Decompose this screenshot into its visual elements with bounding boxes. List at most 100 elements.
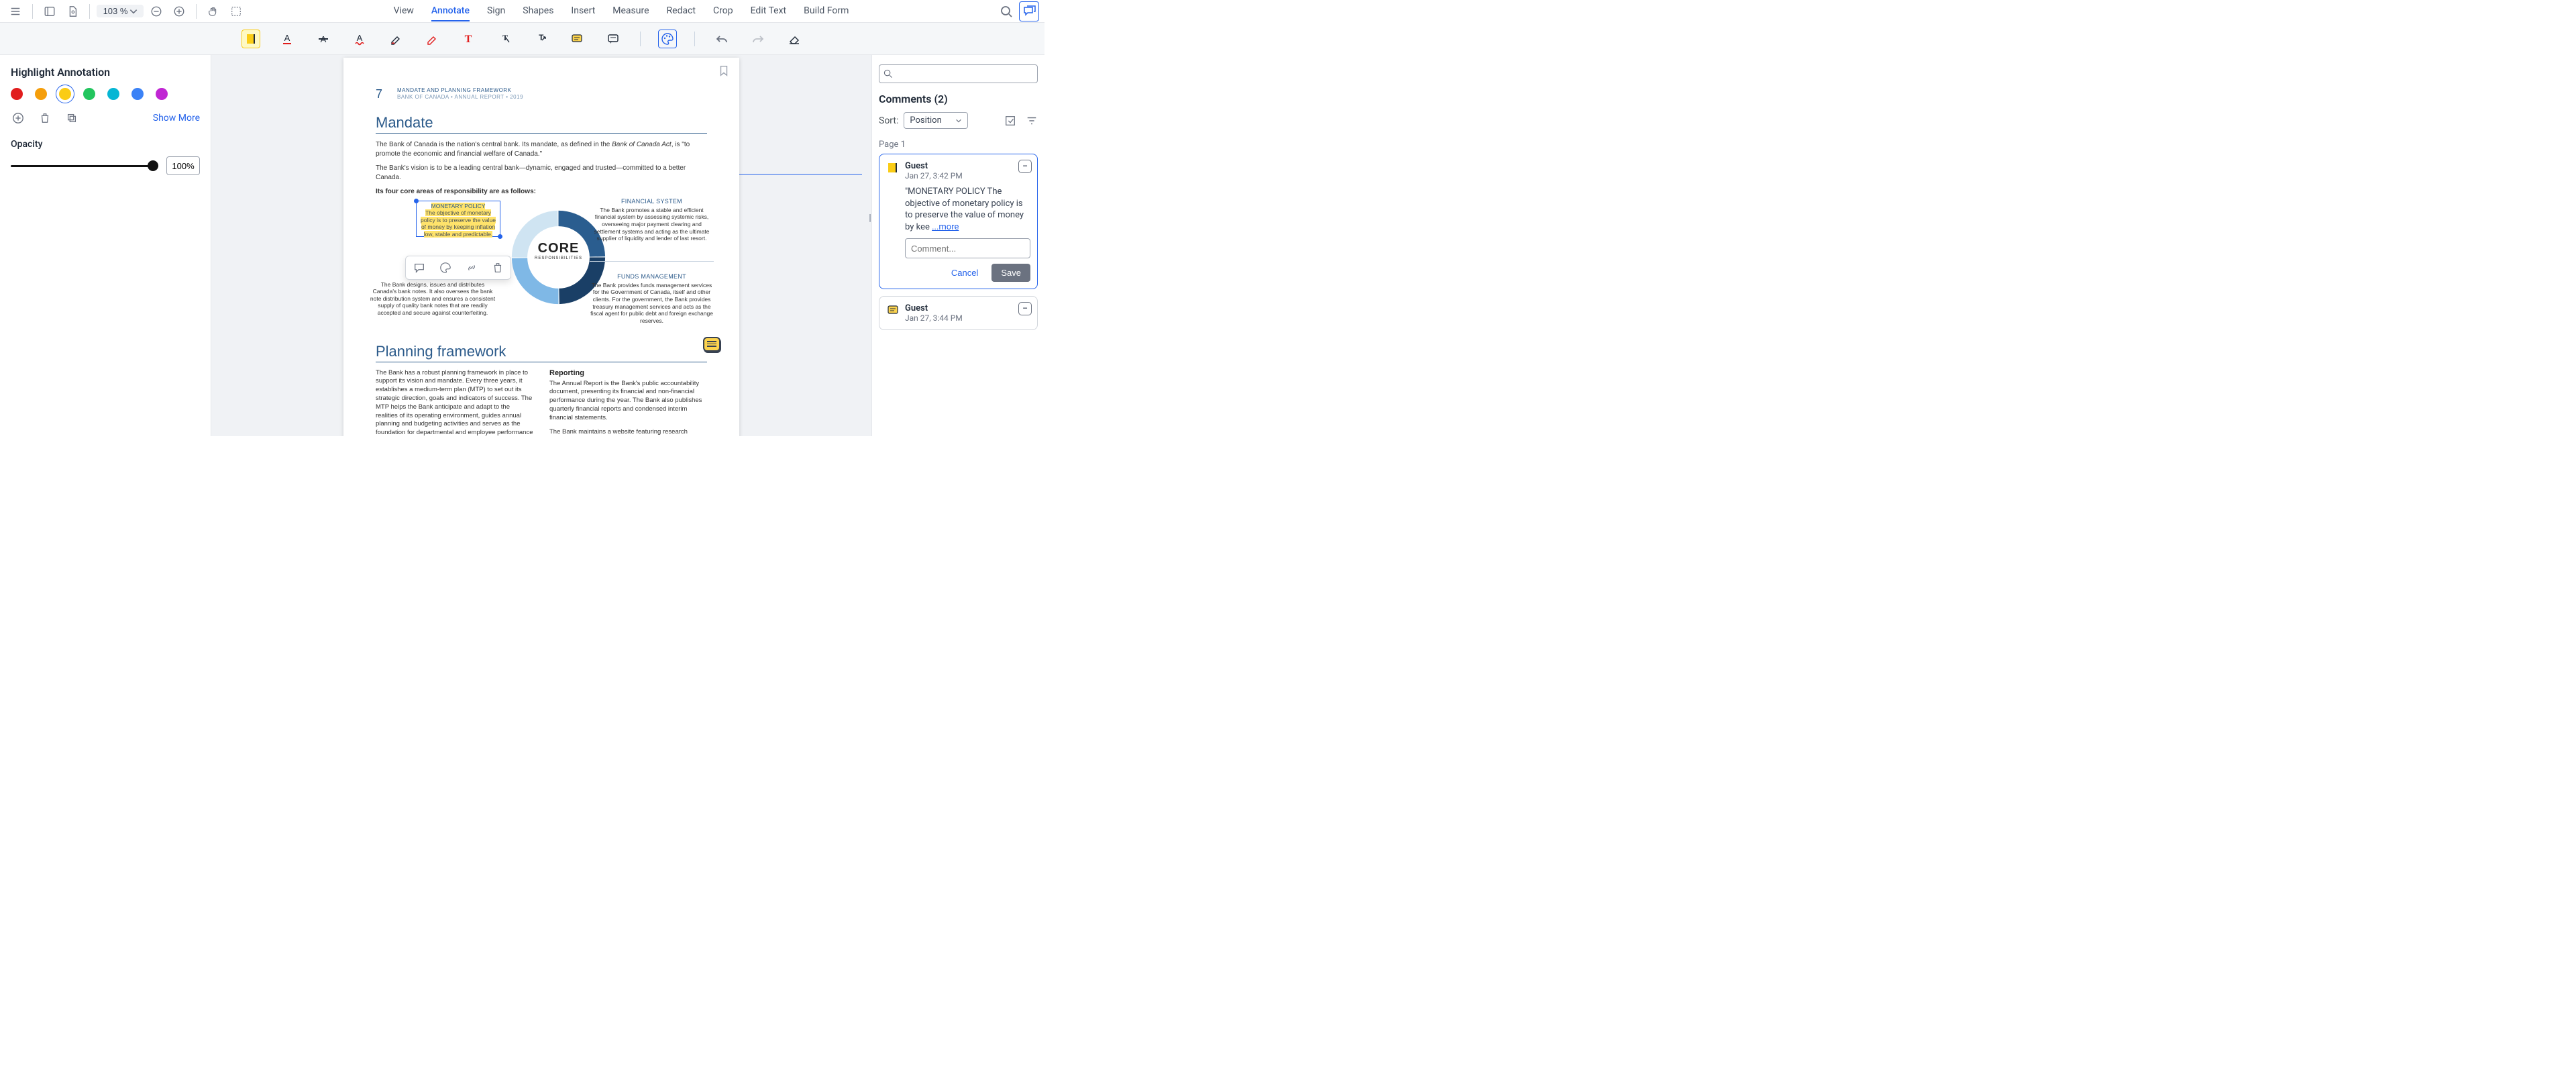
zoom-input[interactable] [102, 6, 129, 16]
comment-icon[interactable] [412, 260, 427, 275]
page-icon[interactable] [62, 1, 83, 21]
undo-icon[interactable] [712, 30, 731, 48]
more-link[interactable]: ...more [932, 222, 959, 232]
document-viewport[interactable]: 7 MANDATE AND PLANNING FRAMEWORK BANK OF… [211, 55, 871, 436]
comment-box-tool[interactable] [604, 30, 623, 48]
cancel-button[interactable]: Cancel [945, 264, 985, 282]
color-swatch[interactable] [11, 88, 23, 100]
zoom-control[interactable] [97, 5, 144, 17]
menu-tab-redact[interactable]: Redact [667, 1, 696, 21]
paragraph: The Bank has a robust planning framework… [376, 369, 533, 437]
comment-card[interactable]: Guest Jan 27, 3:44 PM − [879, 296, 1038, 330]
show-more-link[interactable]: Show More [153, 113, 200, 123]
sticky-note-tool[interactable] [568, 30, 586, 48]
comment-body: "MONETARY POLICY The objective of moneta… [905, 186, 1030, 233]
zoom-out-icon[interactable] [146, 1, 166, 21]
main-menu-bar: View Annotate Sign Shapes Insert Measure Redac… [0, 0, 1044, 23]
trash-icon[interactable] [490, 260, 505, 275]
collapse-icon[interactable]: − [1018, 160, 1032, 173]
opacity-label: Opacity [11, 139, 200, 150]
color-swatch[interactable] [107, 88, 119, 100]
sticky-note-annotation-icon [886, 303, 900, 317]
sort-select[interactable]: Position [904, 112, 967, 129]
underline-tool[interactable]: A [278, 30, 297, 48]
sub-heading: Reporting [549, 369, 707, 377]
paragraph: Its four core areas of responsibility ar… [376, 187, 707, 197]
style-panel-title: Highlight Annotation [11, 66, 200, 79]
menu-tab-build-form[interactable]: Build Form [804, 1, 849, 21]
heading-mandate: Mandate [376, 114, 707, 132]
callout-tool[interactable]: T [495, 30, 514, 48]
comment-reply-input[interactable] [905, 238, 1030, 258]
annotate-toolbar: A A A T T T [0, 23, 1044, 55]
comment-card[interactable]: Guest Jan 27, 3:42 PM − "MONETARY POLICY… [879, 154, 1038, 289]
filter-icon[interactable] [1026, 115, 1038, 127]
bookmark-icon[interactable] [718, 64, 730, 76]
link-icon[interactable] [464, 260, 479, 275]
annotation-popup-toolbar [405, 256, 511, 280]
menu-tab-annotate[interactable]: Annotate [431, 1, 470, 21]
menu-tab-sign[interactable]: Sign [487, 1, 505, 21]
opacity-input[interactable] [166, 156, 200, 175]
delete-color-icon[interactable] [38, 111, 52, 125]
squiggly-tool[interactable]: A [350, 30, 369, 48]
financial-system-text: FINANCIAL SYSTEM The Bank promotes a sta… [590, 198, 714, 242]
style-icon[interactable] [438, 260, 453, 275]
search-icon[interactable] [996, 1, 1016, 21]
color-swatch[interactable] [131, 88, 144, 100]
text-hover-tool[interactable]: T [531, 30, 550, 48]
svg-text:A: A [284, 33, 290, 43]
comments-panel-toggle-icon[interactable] [1019, 1, 1039, 21]
copy-color-icon[interactable] [64, 111, 79, 125]
save-button[interactable]: Save [991, 264, 1030, 282]
strikeout-tool[interactable]: A [314, 30, 333, 48]
menu-tab-insert[interactable]: Insert [571, 1, 595, 21]
hamburger-menu-icon[interactable] [5, 1, 25, 21]
split-handle-right[interactable]: || [869, 205, 871, 232]
sticky-note-icon[interactable] [703, 337, 720, 352]
core-responsibilities-figure: MONETARY POLICY The objective of monetar… [376, 202, 707, 336]
comments-search-input[interactable] [896, 69, 1033, 79]
paragraph: The Bank maintains a website featuring r… [549, 428, 707, 436]
highlight-tool[interactable] [241, 30, 260, 48]
color-swatch[interactable] [83, 88, 95, 100]
add-color-icon[interactable] [11, 111, 25, 125]
color-swatch[interactable] [156, 88, 168, 100]
expand-all-icon[interactable] [1004, 115, 1016, 127]
document-page: 7 MANDATE AND PLANNING FRAMEWORK BANK OF… [343, 58, 739, 436]
menu-tab-shapes[interactable]: Shapes [523, 1, 553, 21]
menu-tab-measure[interactable]: Measure [612, 1, 649, 21]
freehand-tool[interactable] [386, 30, 405, 48]
comments-panel: Comments (2) Sort: Position Page 1 [871, 55, 1044, 436]
paragraph: The Bank's vision is to be a leading cen… [376, 164, 707, 182]
color-swatch[interactable] [59, 88, 71, 100]
collapse-icon[interactable]: − [1018, 302, 1032, 315]
paragraph: The Annual Report is the Bank's public a… [549, 380, 707, 423]
paragraph: The Bank of Canada is the nation's centr… [376, 140, 707, 158]
opacity-slider[interactable] [11, 159, 158, 172]
menu-tab-edit-text[interactable]: Edit Text [751, 1, 787, 21]
eraser-tool[interactable] [785, 30, 804, 48]
color-palette-tool[interactable] [658, 30, 677, 48]
pan-hand-icon[interactable] [203, 1, 223, 21]
freehand-highlight-tool[interactable] [423, 30, 441, 48]
free-text-tool[interactable]: T [459, 30, 478, 48]
funds-mgmt-text: FUNDS MANAGEMENT The Bank provides funds… [590, 273, 714, 325]
zoom-in-icon[interactable] [169, 1, 189, 21]
menu-tab-crop[interactable]: Crop [713, 1, 733, 21]
donut-center-label: CORE RESPONSIBILITIES [510, 241, 607, 260]
comments-search[interactable] [879, 64, 1038, 83]
marquee-select-icon[interactable] [226, 1, 246, 21]
comment-time: Jan 27, 3:42 PM [905, 171, 963, 181]
color-swatch[interactable] [35, 88, 47, 100]
panel-toggle-left-icon[interactable] [40, 1, 60, 21]
comment-user: Guest [905, 303, 963, 313]
comments-page-label: Page 1 [879, 140, 1038, 150]
currency-text: The Bank designs, issues and distributes… [369, 281, 496, 317]
redo-icon[interactable] [749, 30, 767, 48]
page-number: 7 [376, 87, 382, 101]
svg-text:T: T [464, 34, 472, 45]
svg-text:T: T [502, 33, 508, 42]
menu-tab-view[interactable]: View [394, 1, 414, 21]
highlight-selection[interactable]: MONETARY POLICY The objective of monetar… [416, 201, 500, 237]
